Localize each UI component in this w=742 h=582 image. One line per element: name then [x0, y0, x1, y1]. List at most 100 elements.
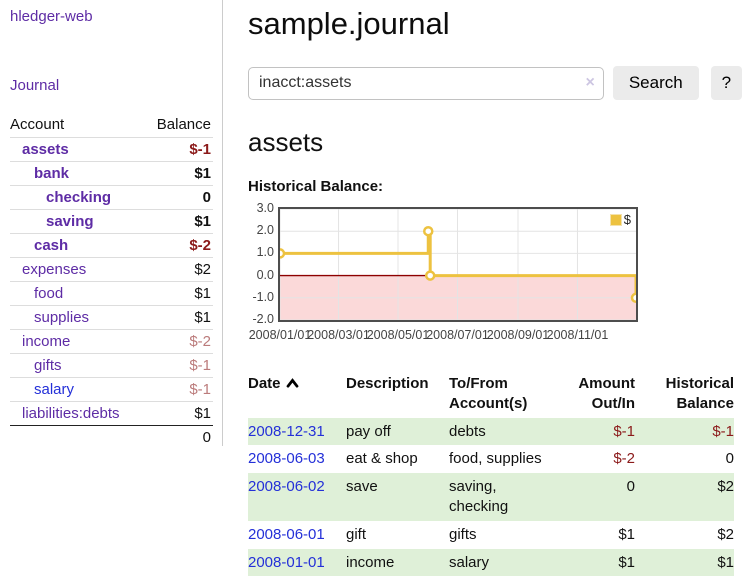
register-row: 2008-06-02 savesaving, checking0$2	[248, 473, 734, 521]
y-axis-label: 3.0	[238, 201, 274, 215]
account-balance: $-1	[144, 354, 213, 378]
register-row: 2008-01-01incomesalary$1$1	[248, 549, 734, 577]
account-link[interactable]: expenses	[22, 261, 86, 278]
account-row: bank $1	[10, 162, 213, 186]
transaction-accounts: saving, checking	[449, 473, 559, 521]
register-header-amount: Amount Out/In	[559, 372, 643, 418]
account-link[interactable]: saving	[46, 213, 94, 230]
account-row: gifts $-1	[10, 354, 213, 378]
sidebar: hledger-web Journal Account Balance asse…	[0, 0, 223, 446]
transaction-amount: $-1	[559, 418, 643, 446]
transaction-balance: $-1	[643, 418, 734, 446]
account-balance: $-2	[144, 234, 213, 258]
account-row: liabilities:debts $1	[10, 402, 213, 426]
y-axis-label: 1.0	[238, 245, 274, 259]
transaction-description: eat & shop	[346, 445, 449, 473]
account-link[interactable]: income	[22, 333, 70, 350]
account-row: expenses$2	[10, 258, 213, 282]
transaction-accounts: debts	[449, 418, 559, 446]
chart-plot-area[interactable]: $	[278, 207, 638, 322]
transaction-date-link[interactable]: 2008-12-31	[248, 423, 325, 440]
transaction-description: income	[346, 549, 449, 577]
search-input[interactable]	[248, 67, 604, 100]
accounts-col-header: Account	[10, 114, 144, 138]
accounts-total-balance: 0	[144, 426, 213, 450]
app-title-link[interactable]: hledger-web	[10, 8, 93, 25]
search-button[interactable]: Search	[613, 66, 699, 100]
transaction-accounts: food, supplies	[449, 445, 559, 473]
transaction-accounts: salary	[449, 549, 559, 577]
register-row: 2008-06-01 giftgifts$1$2	[248, 521, 734, 549]
account-link[interactable]: cash	[34, 237, 68, 254]
account-link[interactable]: supplies	[34, 309, 89, 326]
transaction-balance: 0	[643, 445, 734, 473]
transaction-date: 2008-06-02	[248, 473, 346, 521]
transaction-description: gift	[346, 521, 449, 549]
accounts-total-row: 0	[10, 426, 213, 450]
account-link[interactable]: food	[34, 285, 63, 302]
account-link[interactable]: assets	[22, 141, 69, 158]
account-row: saving$1	[10, 210, 213, 234]
account-link[interactable]: salary	[34, 381, 74, 398]
account-balance: $-1	[144, 378, 213, 402]
account-row: supplies $1	[10, 306, 213, 330]
transaction-date-link[interactable]: 2008-01-01	[248, 554, 325, 571]
transaction-date-link[interactable]: 2008-06-01	[248, 526, 325, 543]
transaction-amount: $1	[559, 521, 643, 549]
transaction-amount: 0	[559, 473, 643, 521]
account-row: checking0	[10, 186, 213, 210]
account-row: assets $-1	[10, 138, 213, 162]
account-link[interactable]: gifts	[34, 357, 62, 374]
y-axis-label: -2.0	[238, 312, 274, 326]
account-balance: $1	[144, 306, 213, 330]
register-header-row: Date Description To/From Account(s) Amou…	[248, 372, 734, 418]
account-balance: $-1	[144, 138, 213, 162]
search-form: × Search ?	[248, 66, 742, 100]
account-balance: $-2	[144, 330, 213, 354]
transaction-date-link[interactable]: 2008-06-03	[248, 450, 325, 467]
account-row: income $-2	[10, 330, 213, 354]
historical-balance-chart[interactable]: $ 3.02.01.00.0-1.0-2.02008/01/012008/03/…	[238, 207, 742, 347]
transaction-description: pay off	[346, 418, 449, 446]
chart-legend: $	[610, 212, 631, 227]
sidebar-item-journal[interactable]: Journal	[10, 77, 214, 94]
transaction-description: save	[346, 473, 449, 521]
accounts-table: Account Balance assets$-1bank$1checking0…	[10, 114, 213, 450]
account-link[interactable]: bank	[34, 165, 69, 182]
register-row: 2008-12-31pay offdebts$-1$-1	[248, 418, 734, 446]
transaction-accounts: gifts	[449, 521, 559, 549]
account-balance: $1	[144, 162, 213, 186]
transaction-balance: $1	[643, 549, 734, 577]
legend-label: $	[624, 212, 631, 227]
transaction-balance: $2	[643, 473, 734, 521]
register-header-description: Description	[346, 372, 449, 418]
balance-col-header: Balance	[144, 114, 213, 138]
main-content: sample.journal × Search ? assets Histori…	[248, 0, 742, 576]
account-balance: $1	[144, 402, 213, 426]
sort-ascending-icon	[286, 378, 299, 388]
account-row: cash $-2	[10, 234, 213, 258]
y-axis-label: -1.0	[238, 290, 274, 304]
y-axis-label: 0.0	[238, 268, 274, 282]
register-row: 2008-06-03 eat & shopfood, supplies$-20	[248, 445, 734, 473]
account-link[interactable]: liabilities:debts	[22, 405, 120, 422]
legend-swatch-icon	[610, 214, 622, 226]
transaction-date: 2008-06-03	[248, 445, 346, 473]
account-heading: assets	[248, 127, 742, 158]
transaction-date: 2008-01-01	[248, 549, 346, 577]
register-header-balance: Historical Balance	[643, 372, 734, 418]
help-button[interactable]: ?	[711, 66, 742, 100]
transaction-amount: $1	[559, 549, 643, 577]
transaction-balance: $2	[643, 521, 734, 549]
transaction-date: 2008-06-01	[248, 521, 346, 549]
x-axis-label: 2008/11/01	[541, 328, 613, 342]
clear-search-icon[interactable]: ×	[586, 74, 595, 92]
account-row: salary $-1	[10, 378, 213, 402]
chart-title: Historical Balance:	[248, 178, 742, 195]
transaction-date: 2008-12-31	[248, 418, 346, 446]
chart-canvas	[280, 209, 636, 320]
transaction-amount: $-2	[559, 445, 643, 473]
account-link[interactable]: checking	[46, 189, 111, 206]
y-axis-label: 2.0	[238, 223, 274, 237]
transaction-date-link[interactable]: 2008-06-02	[248, 478, 325, 495]
